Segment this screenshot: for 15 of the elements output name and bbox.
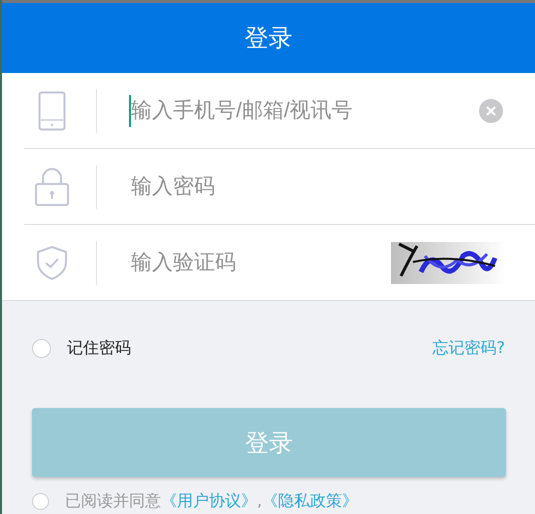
- clear-icon[interactable]: [479, 98, 503, 122]
- page-title: 登录: [244, 23, 292, 54]
- text-field[interactable]: 输入手机号/邮箱/视讯号: [129, 94, 479, 126]
- remember-radio[interactable]: [32, 339, 51, 358]
- forgot-password-link[interactable]: 忘记密码?: [432, 338, 505, 359]
- agreement-text: 已阅读并同意《用户协议》,《隐私政策》: [65, 491, 358, 512]
- lock-icon: [34, 168, 70, 206]
- text-field[interactable]: 输入密码: [129, 170, 535, 202]
- agreement-link[interactable]: 《用户协议》: [161, 491, 257, 510]
- text-field[interactable]: 输入验证码: [129, 246, 391, 278]
- agreement-link[interactable]: 《隐私政策》: [262, 491, 358, 510]
- remember-label[interactable]: 记住密码: [67, 338, 131, 359]
- phone-icon: [38, 90, 66, 130]
- shield-check-icon: [36, 244, 68, 280]
- agreement-radio[interactable]: [32, 493, 49, 510]
